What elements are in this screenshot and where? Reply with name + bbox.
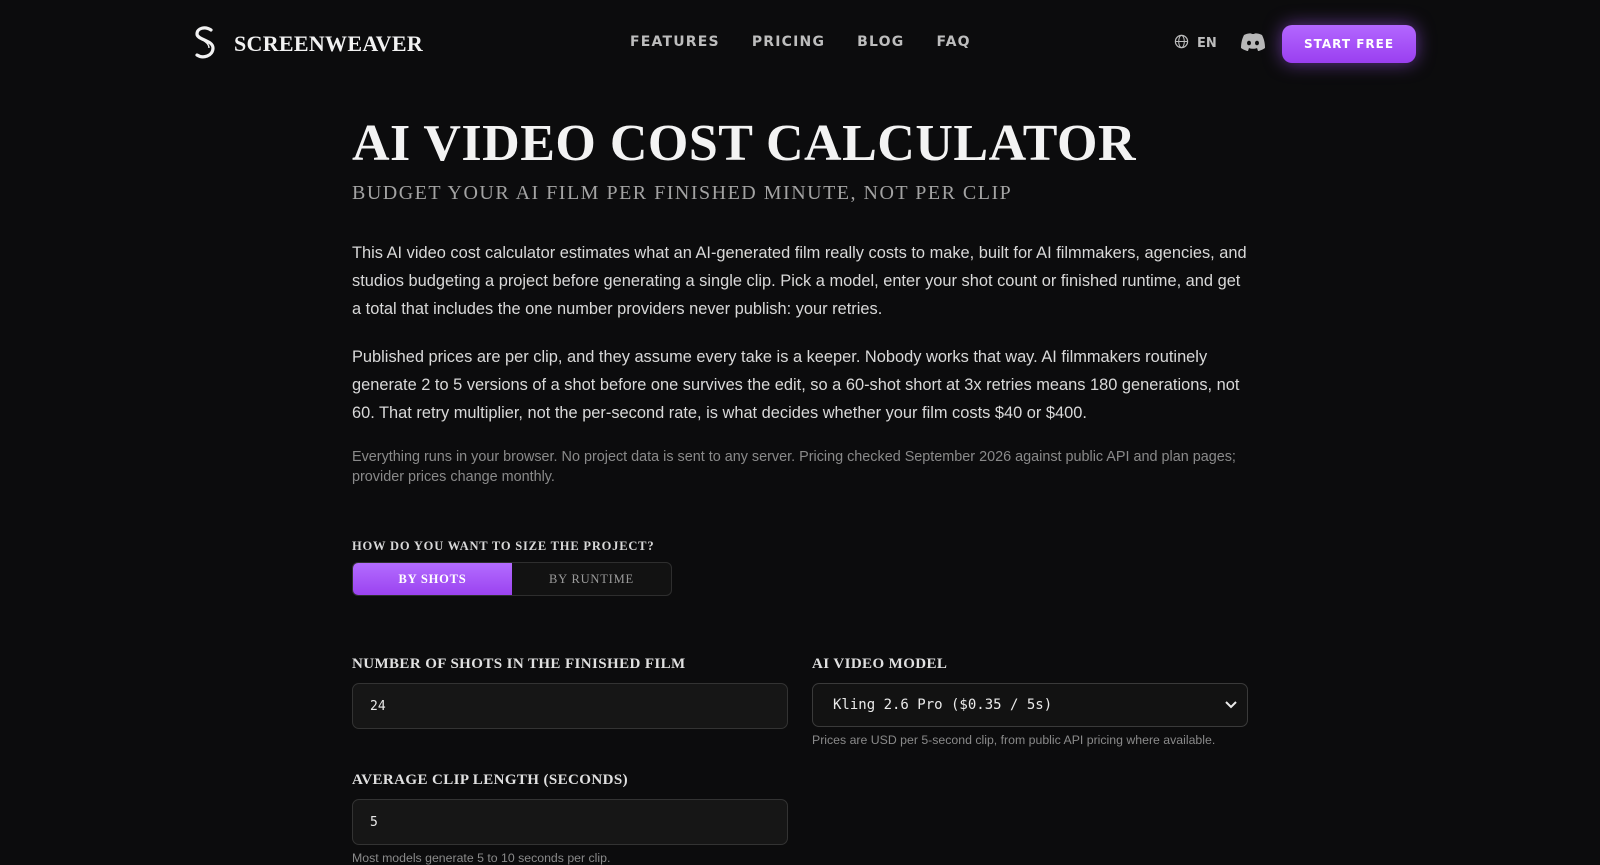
intro-paragraph: This AI video cost calculator estimates … (352, 244, 1247, 318)
globe-icon (1174, 34, 1189, 53)
model-select[interactable]: Kling 2.6 Pro ($0.35 / 5s) (812, 683, 1248, 727)
retries-paragraph: Published prices are per clip, and they … (352, 348, 1240, 422)
logo-text: SCREENWEAVER (234, 31, 424, 56)
clip-length-label: AVERAGE CLIP LENGTH (SECONDS) (352, 772, 628, 788)
start-free-button[interactable]: START FREE (1282, 25, 1416, 63)
discord-icon[interactable] (1240, 32, 1266, 54)
model-select-value: Kling 2.6 Pro ($0.35 / 5s) (833, 697, 1053, 713)
by-runtime-tab[interactable]: BY RUNTIME (512, 563, 671, 595)
model-label: AI VIDEO MODEL (812, 656, 948, 672)
top-nav: SCREENWEAVER FEATURES PRICING BLOG FAQ E… (0, 0, 1600, 88)
main-nav: FEATURES PRICING BLOG FAQ (630, 34, 971, 50)
language-selector[interactable]: EN (1174, 34, 1217, 53)
clip-length-input[interactable]: 5 (352, 799, 788, 845)
shots-input[interactable]: 24 (352, 683, 788, 729)
main-content: AI VIDEO COST CALCULATOR BUDGET YOUR AI … (352, 112, 1252, 596)
nav-pricing[interactable]: PRICING (752, 34, 825, 50)
clip-length-field: AVERAGE CLIP LENGTH (SECONDS) 5 Most mod… (352, 772, 788, 865)
nav-blog[interactable]: BLOG (857, 34, 904, 50)
language-label: EN (1197, 36, 1217, 51)
chevron-down-icon (1225, 697, 1237, 713)
clip-length-hint: Most models generate 5 to 10 seconds per… (352, 851, 611, 865)
by-shots-tab[interactable]: BY SHOTS (353, 563, 512, 595)
nav-faq[interactable]: FAQ (936, 34, 970, 50)
logo[interactable]: SCREENWEAVER (190, 22, 423, 66)
size-mode-toggle: BY SHOTS BY RUNTIME (352, 562, 672, 596)
shots-label: NUMBER OF SHOTS IN THE FINISHED FILM (352, 656, 686, 672)
model-hint: Prices are USD per 5-second clip, from p… (812, 733, 1216, 747)
model-field: AI VIDEO MODEL Kling 2.6 Pro ($0.35 / 5s… (812, 656, 1248, 747)
logo-icon (190, 24, 220, 64)
size-mode-label: HOW DO YOU WANT TO SIZE THE PROJECT? (352, 539, 655, 553)
nav-features[interactable]: FEATURES (630, 34, 720, 50)
page-title: AI VIDEO COST CALCULATOR (352, 115, 1137, 172)
privacy-note: Everything runs in your browser. No proj… (352, 449, 1236, 485)
shots-field: NUMBER OF SHOTS IN THE FINISHED FILM 24 (352, 656, 788, 729)
page-subtitle: BUDGET YOUR AI FILM PER FINISHED MINUTE,… (352, 182, 1013, 204)
